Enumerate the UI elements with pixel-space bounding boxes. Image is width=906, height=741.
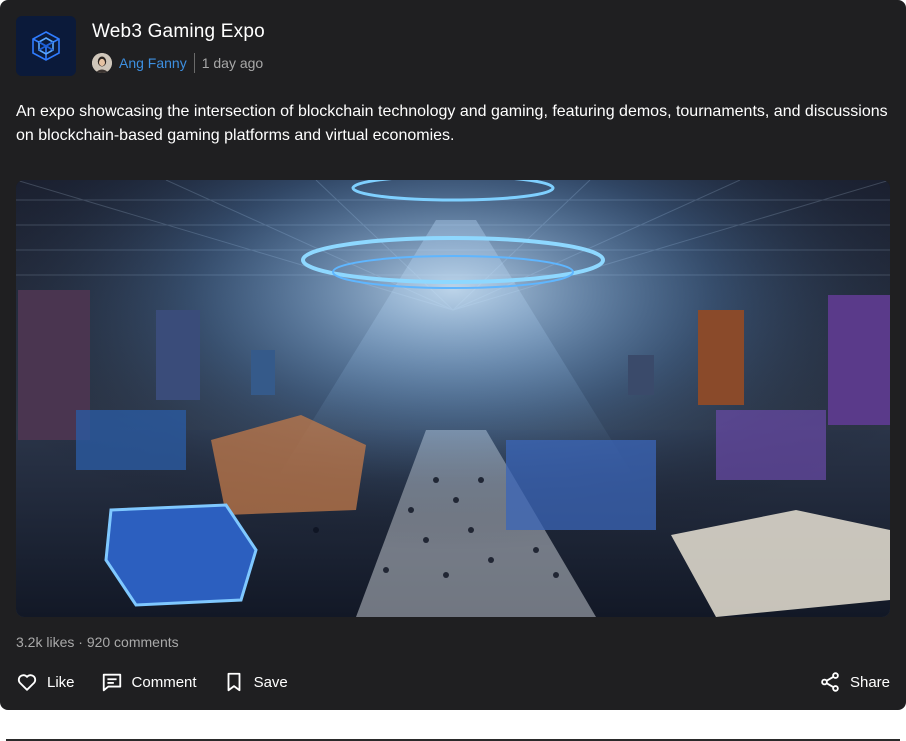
comment-button[interactable]: Comment bbox=[101, 671, 197, 693]
comment-icon bbox=[101, 671, 123, 693]
stats-separator: · bbox=[78, 634, 83, 650]
share-button[interactable]: Share bbox=[819, 671, 890, 693]
likes-count[interactable]: 3.2k likes bbox=[16, 634, 74, 650]
person-icon bbox=[92, 53, 112, 73]
post-image[interactable] bbox=[16, 180, 890, 617]
post-description: An expo showcasing the intersection of b… bbox=[16, 103, 888, 144]
save-label: Save bbox=[253, 673, 288, 691]
save-button[interactable]: Save bbox=[223, 671, 288, 693]
post-title[interactable]: Web3 Gaming Expo bbox=[92, 19, 265, 45]
share-icon bbox=[819, 671, 841, 693]
share-label: Share bbox=[849, 673, 890, 691]
bookmark-icon bbox=[223, 671, 245, 693]
post-header: Web3 Gaming Expo Ang Fanny 1 day ago bbox=[16, 16, 890, 76]
like-button[interactable]: Like bbox=[16, 671, 75, 693]
comment-label: Comment bbox=[131, 673, 197, 691]
post-meta: Ang Fanny 1 day ago bbox=[92, 53, 265, 73]
meta-divider bbox=[193, 53, 195, 73]
like-label: Like bbox=[47, 673, 75, 691]
expo-hall-illustration bbox=[16, 180, 890, 617]
heart-icon bbox=[16, 671, 38, 693]
comments-count[interactable]: 920 comments bbox=[87, 634, 179, 650]
blockchain-cube-icon bbox=[32, 31, 60, 61]
title-block: Web3 Gaming Expo Ang Fanny 1 day ago bbox=[92, 19, 265, 73]
post-time: 1 day ago bbox=[201, 55, 264, 71]
event-logo[interactable] bbox=[16, 16, 76, 76]
post-card: Web3 Gaming Expo Ang Fanny 1 day ago An … bbox=[0, 0, 906, 710]
post-stats: 3.2k likes · 920 comments bbox=[16, 634, 179, 650]
post-actions: Like Comment Save Share bbox=[16, 668, 890, 696]
author-link[interactable]: Ang Fanny bbox=[119, 55, 187, 71]
author-avatar[interactable] bbox=[92, 53, 112, 73]
